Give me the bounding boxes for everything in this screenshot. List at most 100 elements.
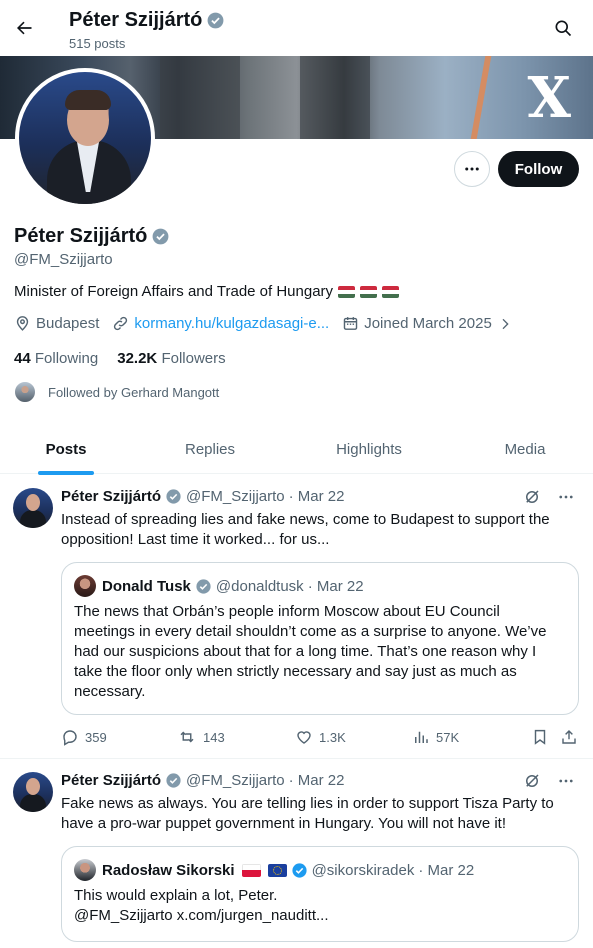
- post-actions: 359 143 1.3K 57K: [61, 728, 579, 748]
- heart-icon: [297, 731, 311, 744]
- website[interactable]: kormany.hu/kulgazdasagi-e...: [112, 315, 329, 332]
- post-header: Péter Szijjártó @FM_Szijjarto · Mar 22: [61, 772, 344, 789]
- post-date[interactable]: · Mar 22: [289, 488, 345, 505]
- reply-button[interactable]: 359: [61, 728, 107, 746]
- tab-highlights-label: Highlights: [336, 440, 402, 458]
- bio-text: Minister of Foreign Affairs and Trade of…: [14, 283, 334, 300]
- verified-gray-icon: [196, 578, 211, 594]
- post-date[interactable]: · Mar 22: [289, 772, 345, 789]
- location-text: Budapest: [36, 315, 100, 332]
- reply-icon: [63, 730, 77, 746]
- like-count: 1.3K: [319, 729, 346, 745]
- verified-gray-icon: [166, 773, 181, 788]
- hungary-flag-icon: [360, 285, 378, 298]
- quote-header: Radosław Sikorski @sikorskiradek · Mar 2…: [74, 859, 474, 881]
- tab-posts-label: Posts: [45, 440, 87, 458]
- quote-date: · Mar 22: [307, 577, 364, 595]
- followed-by-text: Followed by Gerhard Mangott: [48, 384, 220, 400]
- post[interactable]: Péter Szijjártó @FM_Szijjarto · Mar 22 F…: [0, 760, 593, 948]
- verified-blue-icon: [291, 862, 307, 878]
- bookmark-button[interactable]: [531, 728, 549, 746]
- post-header: Péter Szijjártó @FM_Szijjarto · Mar 22: [61, 488, 344, 505]
- quote-handle: @sikorskiradek: [311, 861, 415, 879]
- tab-replies[interactable]: Replies: [145, 424, 275, 474]
- top-bar: Péter Szijjártó 515 posts: [0, 0, 593, 56]
- verified-gray-icon: [166, 489, 181, 504]
- post[interactable]: Péter Szijjártó @FM_Szijjarto · Mar 22 I…: [0, 475, 593, 759]
- views-button[interactable]: 57K: [412, 728, 459, 746]
- posts-count: 515 posts: [69, 36, 126, 51]
- repost-button[interactable]: 143: [177, 728, 225, 746]
- tab-media[interactable]: Media: [470, 424, 580, 474]
- tab-posts[interactable]: Posts: [0, 424, 132, 475]
- followers-link[interactable]: 32.2K Followers: [117, 350, 225, 367]
- ellipsis-icon: [465, 167, 479, 171]
- link-icon: [114, 316, 128, 331]
- followed-by[interactable]: Followed by Gerhard Mangott: [14, 381, 219, 403]
- post-avatar[interactable]: [13, 488, 53, 528]
- more-options-button[interactable]: [454, 151, 490, 187]
- like-button[interactable]: 1.3K: [295, 728, 346, 746]
- hungary-flag-icon: [382, 285, 400, 298]
- poland-flag-icon: [241, 863, 261, 877]
- quoted-post[interactable]: Donald Tusk @donaldtusk · Mar 22 The new…: [61, 562, 579, 715]
- post-avatar[interactable]: [13, 772, 53, 812]
- analytics-icon: [415, 731, 428, 743]
- bookmark-icon: [534, 729, 546, 745]
- website-link[interactable]: kormany.hu/kulgazdasagi-e...: [134, 315, 329, 332]
- eu-flag-icon: [267, 863, 287, 877]
- following-count: 44: [14, 350, 31, 367]
- quote-author: Donald Tusk: [102, 577, 191, 595]
- quoted-post[interactable]: Radosław Sikorski @sikorskiradek · Mar 2…: [61, 846, 579, 942]
- post-handle[interactable]: @FM_Szijjarto: [186, 488, 285, 505]
- follow-button[interactable]: Follow: [498, 151, 579, 187]
- tab-media-label: Media: [504, 440, 546, 458]
- arrow-left-icon: [17, 21, 32, 35]
- following-link[interactable]: 44 Following: [14, 350, 98, 367]
- post-author[interactable]: Péter Szijjártó: [61, 772, 161, 789]
- banner-pole: [470, 56, 492, 139]
- quote-handle: @donaldtusk: [215, 577, 304, 595]
- follow-stats: 44 Following 32.2K Followers: [14, 350, 226, 367]
- repost-icon: [180, 731, 194, 743]
- joined-date[interactable]: Joined March 2025: [342, 315, 513, 332]
- profile-tabs: Posts Replies Highlights Media: [0, 424, 593, 475]
- grok-icon[interactable]: [523, 488, 541, 506]
- quote-text-line-1: This would explain a lot, Peter.: [74, 887, 278, 904]
- quote-header: Donald Tusk @donaldtusk · Mar 22: [74, 575, 364, 597]
- post-text: Instead of spreading lies and fake news,…: [61, 511, 550, 548]
- chevron-right-icon: [502, 318, 509, 329]
- post-handle[interactable]: @FM_Szijjarto: [186, 772, 285, 789]
- post-text: Fake news as always. You are telling lie…: [61, 795, 554, 832]
- hungary-flag-icon: [338, 285, 356, 298]
- quote-text: The news that Orbán’s people inform Mosc…: [74, 603, 547, 700]
- quote-avatar: [74, 859, 96, 881]
- follower-avatar: [14, 381, 36, 403]
- verified-gray-icon[interactable]: [151, 227, 170, 246]
- header-name: Péter Szijjártó: [69, 9, 203, 31]
- calendar-icon: [343, 317, 358, 330]
- location: Budapest: [14, 315, 99, 332]
- display-name: Péter Szijjártó: [14, 225, 170, 248]
- tab-highlights[interactable]: Highlights: [298, 424, 440, 474]
- share-icon: [562, 729, 576, 744]
- search-button[interactable]: [547, 12, 579, 44]
- banner-shape: [300, 56, 370, 139]
- profile-name: Péter Szijjártó: [14, 225, 148, 247]
- followers-count: 32.2K: [117, 350, 158, 367]
- back-button[interactable]: [8, 12, 40, 44]
- joined-text: Joined March 2025: [364, 315, 492, 332]
- ellipsis-icon[interactable]: [557, 488, 575, 506]
- profile-bio: Minister of Foreign Affairs and Trade of…: [14, 283, 400, 300]
- post-top-actions: [523, 772, 575, 790]
- quote-avatar: [74, 575, 96, 597]
- share-button[interactable]: [560, 728, 578, 746]
- grok-icon[interactable]: [523, 772, 541, 790]
- location-pin-icon: [16, 316, 29, 331]
- profile-avatar[interactable]: [15, 68, 155, 208]
- followers-label: Followers: [161, 350, 226, 367]
- quote-date: · Mar 22: [418, 861, 475, 879]
- ellipsis-icon[interactable]: [557, 772, 575, 790]
- search-icon: [555, 20, 572, 37]
- post-author[interactable]: Péter Szijjártó: [61, 488, 161, 505]
